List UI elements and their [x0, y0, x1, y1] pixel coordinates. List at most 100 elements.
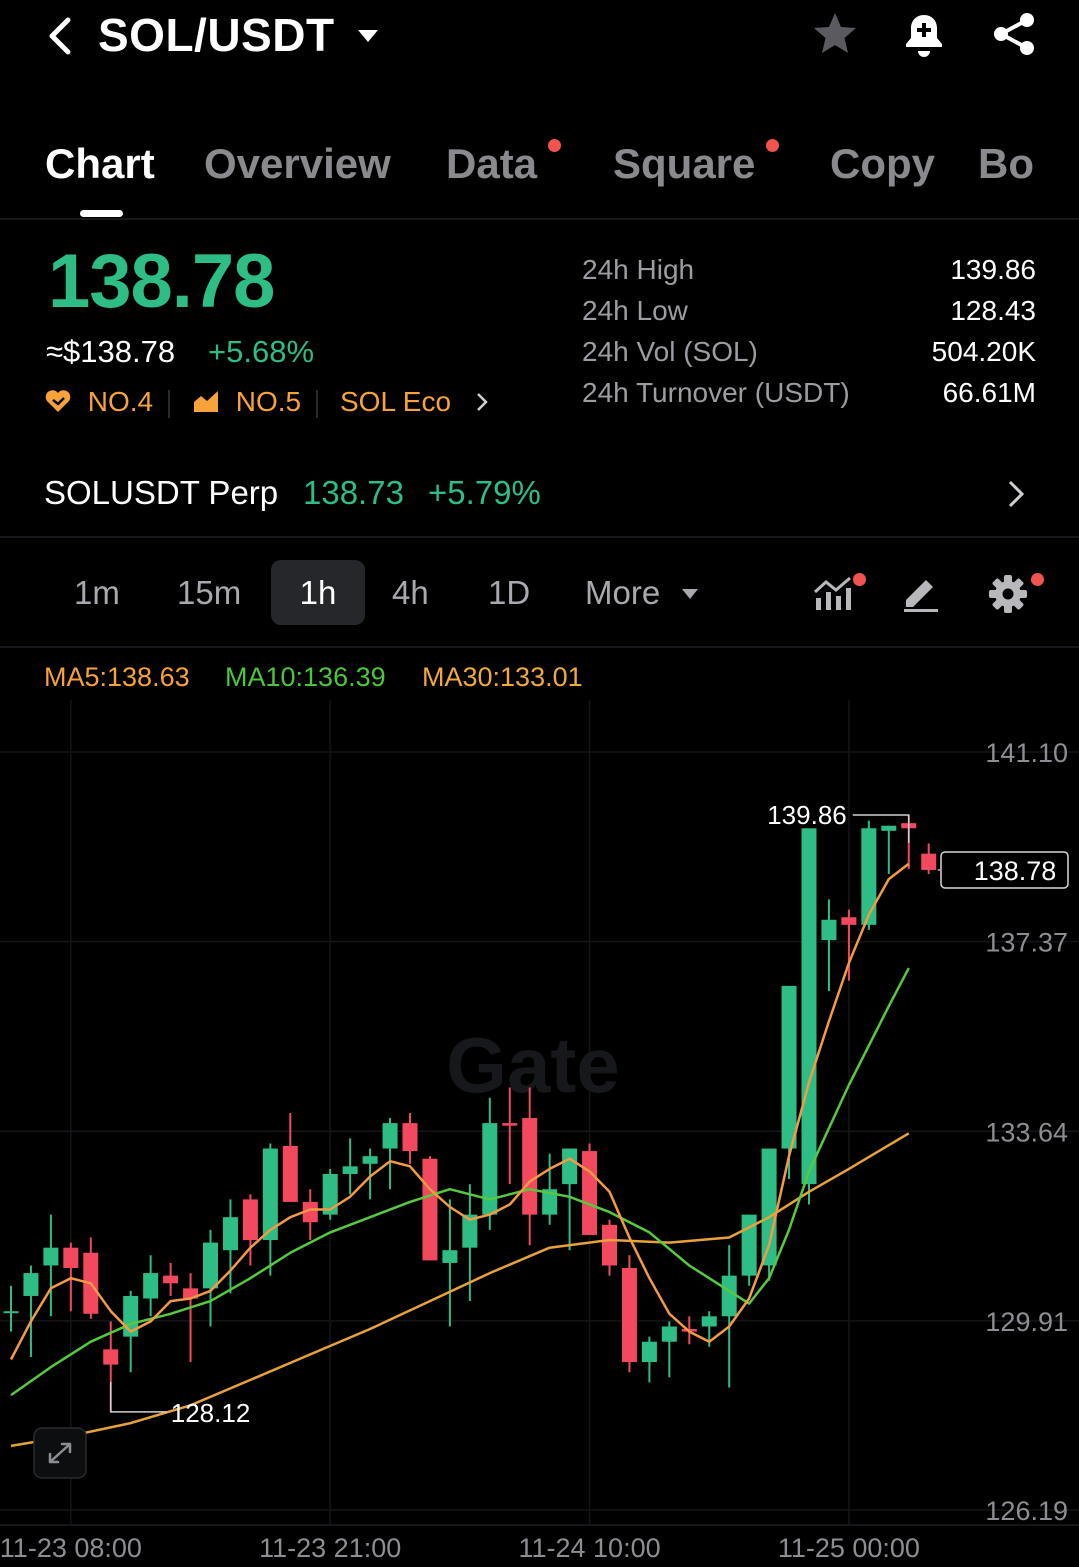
tab-square[interactable]: Square [613, 140, 755, 188]
tab-bots-partial[interactable]: Bo [978, 140, 1034, 188]
bell-plus-icon [906, 15, 942, 57]
rank-badge-1[interactable]: NO.4 [44, 386, 153, 418]
candle [163, 1262, 179, 1296]
pair-dropdown-button[interactable] [356, 28, 380, 44]
share-icon [994, 13, 1034, 55]
candle-body [621, 1268, 637, 1363]
y-tick-label: 141.10 [985, 738, 1068, 768]
stat-value-24h-high: 139.86 [950, 254, 1036, 285]
indicators-button[interactable] [812, 572, 858, 614]
candle-body [881, 825, 897, 831]
candle [621, 1255, 637, 1373]
heart-hand-icon [45, 390, 71, 412]
tab-square-notification-dot [766, 139, 779, 152]
y-tick-label: 133.64 [985, 1117, 1068, 1147]
candle-body [362, 1156, 378, 1164]
candle-body [442, 1250, 458, 1263]
candle [921, 843, 937, 875]
stat-label-24h-turnover: 24h Turnover (USDT) [582, 377, 850, 408]
ma10-label: MA10:136.39 [225, 662, 386, 692]
interval-1m[interactable]: 1m [74, 574, 120, 612]
y-tick-label: 137.37 [985, 928, 1068, 958]
candle-body [163, 1275, 179, 1284]
candle-body [641, 1341, 657, 1363]
stat-label-24h-vol: 24h Vol (SOL) [582, 336, 758, 367]
stat-value-24h-low: 128.43 [950, 295, 1036, 326]
interval-1h[interactable]: 1h [271, 560, 365, 625]
sol-eco-label: SOL Eco [340, 386, 452, 417]
draw-pencil-icon [904, 580, 938, 612]
tabs-divider [0, 218, 1079, 220]
candle [342, 1138, 358, 1195]
back-icon [49, 17, 71, 55]
rank-badge-2[interactable]: NO.5 [192, 386, 301, 418]
x-tick-label: 11-23 08:00 [0, 1533, 142, 1563]
share-button[interactable] [990, 10, 1038, 58]
stat-label-24h-high: 24h High [582, 254, 695, 285]
chart-rise-icon [194, 391, 218, 412]
stat-value-24h-turnover: 66.61M [942, 377, 1036, 408]
perp-row[interactable]: SOLUSDT Perp 138.73 +5.79% [0, 450, 1079, 536]
candle-body [103, 1349, 119, 1365]
candle-body [502, 1123, 518, 1126]
chart-settings-button[interactable] [986, 572, 1030, 616]
candle-body [402, 1123, 418, 1152]
interval-divider [0, 646, 1079, 648]
back-button[interactable] [40, 14, 80, 58]
tab-data-notification-dot [548, 139, 561, 152]
candle [542, 1153, 558, 1225]
indicators-icon [813, 576, 851, 610]
candle-body [242, 1199, 258, 1241]
indicators-notification-dot [853, 573, 866, 586]
candlestick-chart[interactable]: Gate 141.10 137.37 133.64 129.91 126.19 11-23 … [0, 700, 1079, 1567]
interval-more[interactable]: More [585, 574, 699, 612]
dropdown-caret-icon [682, 589, 699, 599]
candle [881, 825, 897, 875]
fullscreen-button[interactable] [33, 1427, 87, 1479]
stat-label-24h-low: 24h Low [582, 295, 688, 326]
candle [641, 1336, 657, 1383]
rank-badge-2-label: NO.5 [235, 386, 302, 417]
candle-body [821, 919, 837, 941]
candle [222, 1199, 238, 1294]
badge-separator [168, 390, 170, 418]
candle [43, 1214, 59, 1317]
price-alert-button[interactable] [900, 10, 948, 58]
pair-title[interactable]: SOL/USDT [98, 8, 335, 62]
max-price-label: 139.86 [767, 800, 847, 830]
favorite-button[interactable] [811, 10, 859, 58]
candle-body [203, 1242, 218, 1289]
settings-notification-dot [1031, 573, 1044, 586]
current-price-label: 138.78 [974, 856, 1057, 886]
candle-body [661, 1326, 677, 1342]
candle [203, 1229, 218, 1327]
ma30-label: MA30:133.01 [422, 662, 583, 692]
candle-body [422, 1158, 438, 1261]
interval-4h[interactable]: 4h [392, 574, 429, 612]
candle-body [781, 985, 797, 1149]
interval-1d[interactable]: 1D [488, 574, 530, 612]
perp-price: 138.73 [303, 474, 404, 511]
tab-copy[interactable]: Copy [830, 140, 935, 188]
tab-data[interactable]: Data [446, 140, 537, 188]
candle [322, 1168, 338, 1220]
interval-15m[interactable]: 15m [177, 574, 241, 612]
candle-body [63, 1247, 79, 1269]
sol-eco-link[interactable]: SOL Eco [340, 386, 491, 418]
candle [582, 1143, 598, 1235]
tab-overview[interactable]: Overview [204, 140, 391, 188]
x-tick-label: 11-25 00:00 [778, 1533, 920, 1563]
candle [183, 1273, 199, 1363]
candle-body [602, 1224, 617, 1266]
badge-separator [316, 390, 318, 418]
candle [781, 985, 797, 1180]
stat-value-24h-vol: 504.20K [931, 336, 1036, 367]
candle [522, 1087, 538, 1246]
draw-tool-button[interactable] [900, 572, 942, 614]
candle-body [841, 917, 857, 925]
candle-body [282, 1145, 298, 1202]
perp-divider [0, 536, 1079, 538]
tab-chart[interactable]: Chart [45, 140, 155, 188]
candle-body [582, 1151, 598, 1235]
settings-gear-icon [989, 575, 1027, 613]
